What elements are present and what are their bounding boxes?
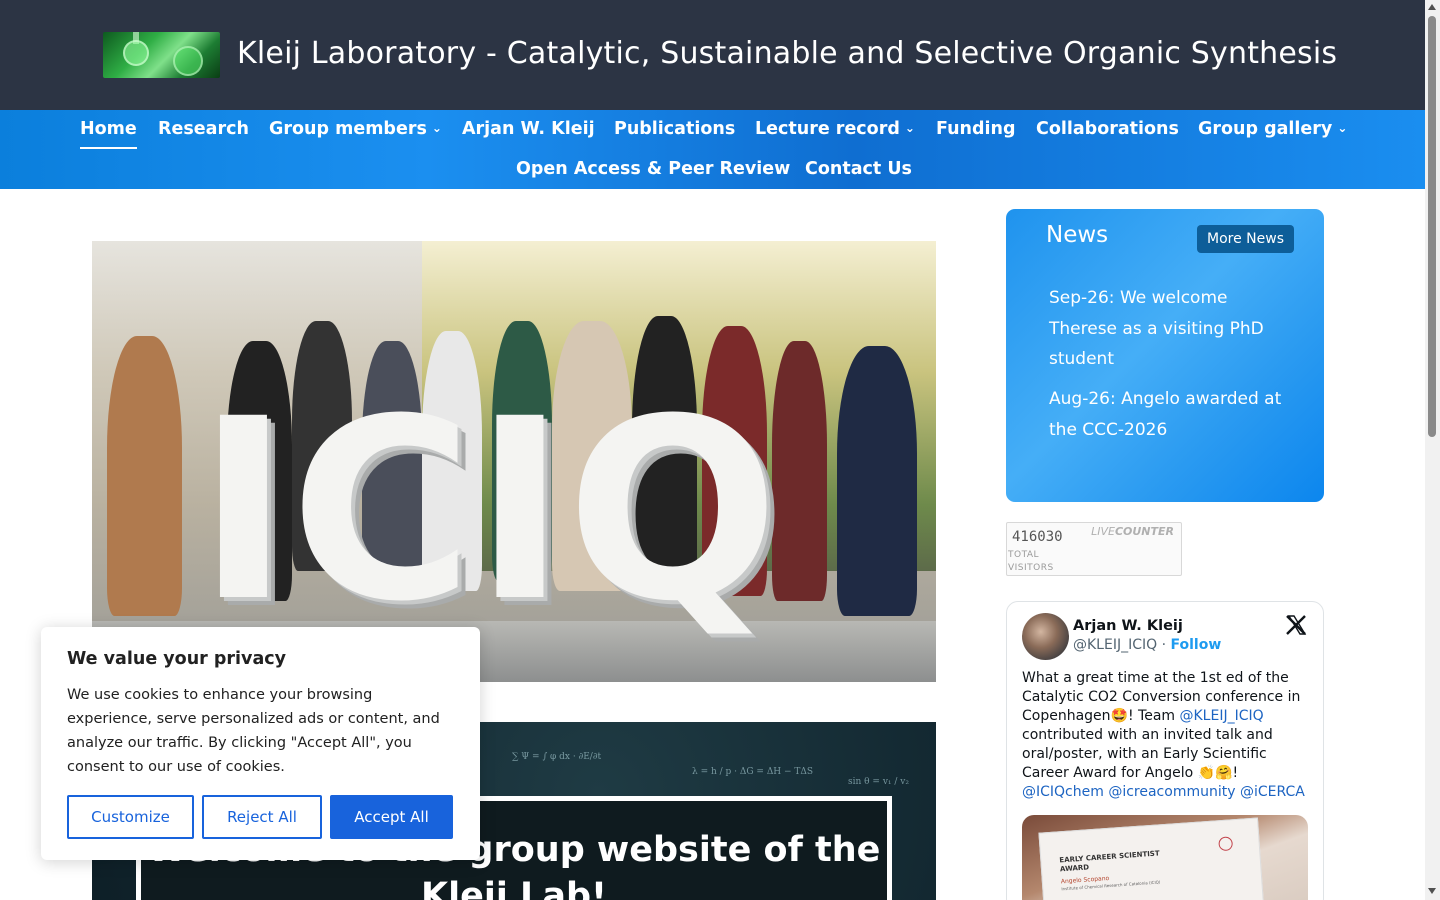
tweet-text: What a great time at the 1st ed of the C…	[1022, 669, 1314, 802]
nav-item-label: Lecture record	[755, 119, 900, 139]
chevron-down-icon: ⌄	[1337, 121, 1348, 135]
tweet-mention[interactable]: @KLEIJ_ICIQ	[1180, 708, 1264, 724]
livecounter-logo-light: LIVE	[1091, 525, 1115, 538]
nav-item-open-access[interactable]: Open Access & Peer Review	[516, 159, 790, 179]
nav-item-group-gallery[interactable]: Group gallery ⌄	[1198, 119, 1347, 139]
photo-person	[837, 346, 917, 616]
banner-formula-decoration: λ = h / p · ΔG = ΔH − TΔS	[692, 767, 814, 777]
photo-letters-iciq: ICIQ	[197, 365, 780, 656]
livecounter-logo: LIVECOUNTER	[1091, 525, 1174, 538]
nav-item-funding[interactable]: Funding	[936, 119, 1016, 139]
logo-flask-icon	[123, 40, 149, 66]
group-photo: ICIQ	[92, 241, 936, 682]
tweet-author-name[interactable]: Arjan W. Kleij	[1073, 618, 1183, 634]
livecounter-logo-bold: COUNTER	[1114, 525, 1174, 538]
visitor-count: 416030	[1012, 529, 1063, 545]
nav-item-label: Group gallery	[1198, 119, 1333, 139]
news-widget: News More News Sep-26: We welcome Theres…	[1006, 209, 1324, 502]
nav-item-arjan-kleij[interactable]: Arjan W. Kleij	[462, 119, 595, 139]
tweet-author-handle: @KLEIJ_ICIQ · Follow	[1073, 637, 1221, 653]
nav-item-label: Open Access & Peer Review	[516, 159, 791, 179]
photo-person	[107, 336, 182, 616]
cookie-consent-banner: We value your privacy We use cookies to …	[41, 627, 480, 860]
visitor-label: TOTAL VISITORS	[1008, 549, 1054, 575]
visitor-counter[interactable]: 416030 LIVECOUNTER TOTAL VISITORS	[1006, 522, 1182, 576]
visitor-label-line: VISITORS	[1008, 563, 1054, 573]
tweet-mention[interactable]: @ICIQchem	[1022, 784, 1104, 800]
certificate-seal-icon	[1218, 836, 1234, 852]
tweet-embed: Arjan W. Kleij @KLEIJ_ICIQ · Follow What…	[1006, 601, 1324, 900]
nav-item-label: Funding	[936, 119, 1016, 139]
lab-logo[interactable]	[103, 32, 220, 78]
visitor-label-line: TOTAL	[1008, 550, 1040, 560]
cookie-title: We value your privacy	[67, 649, 287, 669]
tweet-text-segment: contributed with an invited talk and ora…	[1022, 727, 1273, 781]
nav-item-home[interactable]: Home	[80, 119, 137, 149]
nav-item-label: Publications	[614, 119, 736, 139]
nav-item-label: Collaborations	[1036, 119, 1179, 139]
cookie-description: We use cookies to enhance your browsing …	[67, 687, 440, 775]
tweet-separator: ·	[1161, 637, 1167, 653]
logo-flask-icon	[173, 46, 203, 76]
site-title[interactable]: Kleij Laboratory - Catalytic, Sustainabl…	[237, 36, 1337, 71]
avatar[interactable]	[1022, 613, 1069, 660]
tweet-mention[interactable]: @iCERCA	[1240, 784, 1305, 800]
scroll-down-arrow-icon[interactable]	[1428, 888, 1436, 894]
news-item[interactable]: Sep-26: We welcome Therese as a visiting…	[1049, 283, 1299, 375]
nav-item-label: Contact Us	[805, 159, 912, 179]
customize-button[interactable]: Customize	[67, 795, 194, 839]
news-title: News	[1046, 222, 1109, 248]
nav-item-research[interactable]: Research	[158, 119, 249, 139]
accept-all-button[interactable]: Accept All	[330, 795, 453, 839]
banner-formula-decoration: ∑ Ψ = ∫ φ dx · ∂E/∂t	[512, 752, 602, 762]
tweet-handle[interactable]: @KLEIJ_ICIQ	[1073, 637, 1157, 653]
photo-person	[772, 341, 827, 601]
nav-item-label: Research	[158, 119, 249, 139]
nav-item-label: Home	[80, 119, 137, 139]
chevron-down-icon: ⌄	[904, 121, 915, 135]
nav-item-collaborations[interactable]: Collaborations	[1036, 119, 1179, 139]
banner-formula-decoration: sin θ = v₁ / v₂	[848, 777, 909, 787]
award-certificate: EARLY CAREER SCIENTIST AWARD Angelo Scop…	[1038, 817, 1266, 900]
nav-item-lecture-record[interactable]: Lecture record ⌄	[755, 119, 915, 139]
tweet-image[interactable]: EARLY CAREER SCIENTIST AWARD Angelo Scop…	[1022, 815, 1308, 900]
nav-item-label: Arjan W. Kleij	[462, 119, 595, 139]
scroll-up-arrow-icon[interactable]	[1428, 4, 1436, 10]
nav-item-label: Group members	[269, 119, 427, 139]
site-header: Kleij Laboratory - Catalytic, Sustainabl…	[0, 0, 1425, 110]
nav-item-contact-us[interactable]: Contact Us	[805, 159, 912, 179]
chevron-down-icon: ⌄	[431, 121, 442, 135]
scrollbar-thumb[interactable]	[1428, 16, 1436, 437]
page-scrollbar[interactable]	[1425, 0, 1440, 900]
nav-item-publications[interactable]: Publications	[614, 119, 735, 139]
main-nav: Home Research Group members ⌄ Arjan W. Kl…	[0, 110, 1425, 189]
tweet-mention[interactable]: @icreacommunity	[1108, 784, 1235, 800]
x-logo-icon[interactable]	[1284, 613, 1308, 637]
certificate-title: EARLY CAREER SCIENTIST AWARD	[1059, 849, 1160, 874]
nav-item-group-members[interactable]: Group members ⌄	[269, 119, 442, 139]
news-item[interactable]: Aug-26: Angelo awarded at the CCC-2026	[1049, 384, 1299, 445]
reject-all-button[interactable]: Reject All	[202, 795, 322, 839]
follow-button[interactable]: Follow	[1171, 637, 1222, 653]
more-news-button[interactable]: More News	[1197, 225, 1294, 253]
